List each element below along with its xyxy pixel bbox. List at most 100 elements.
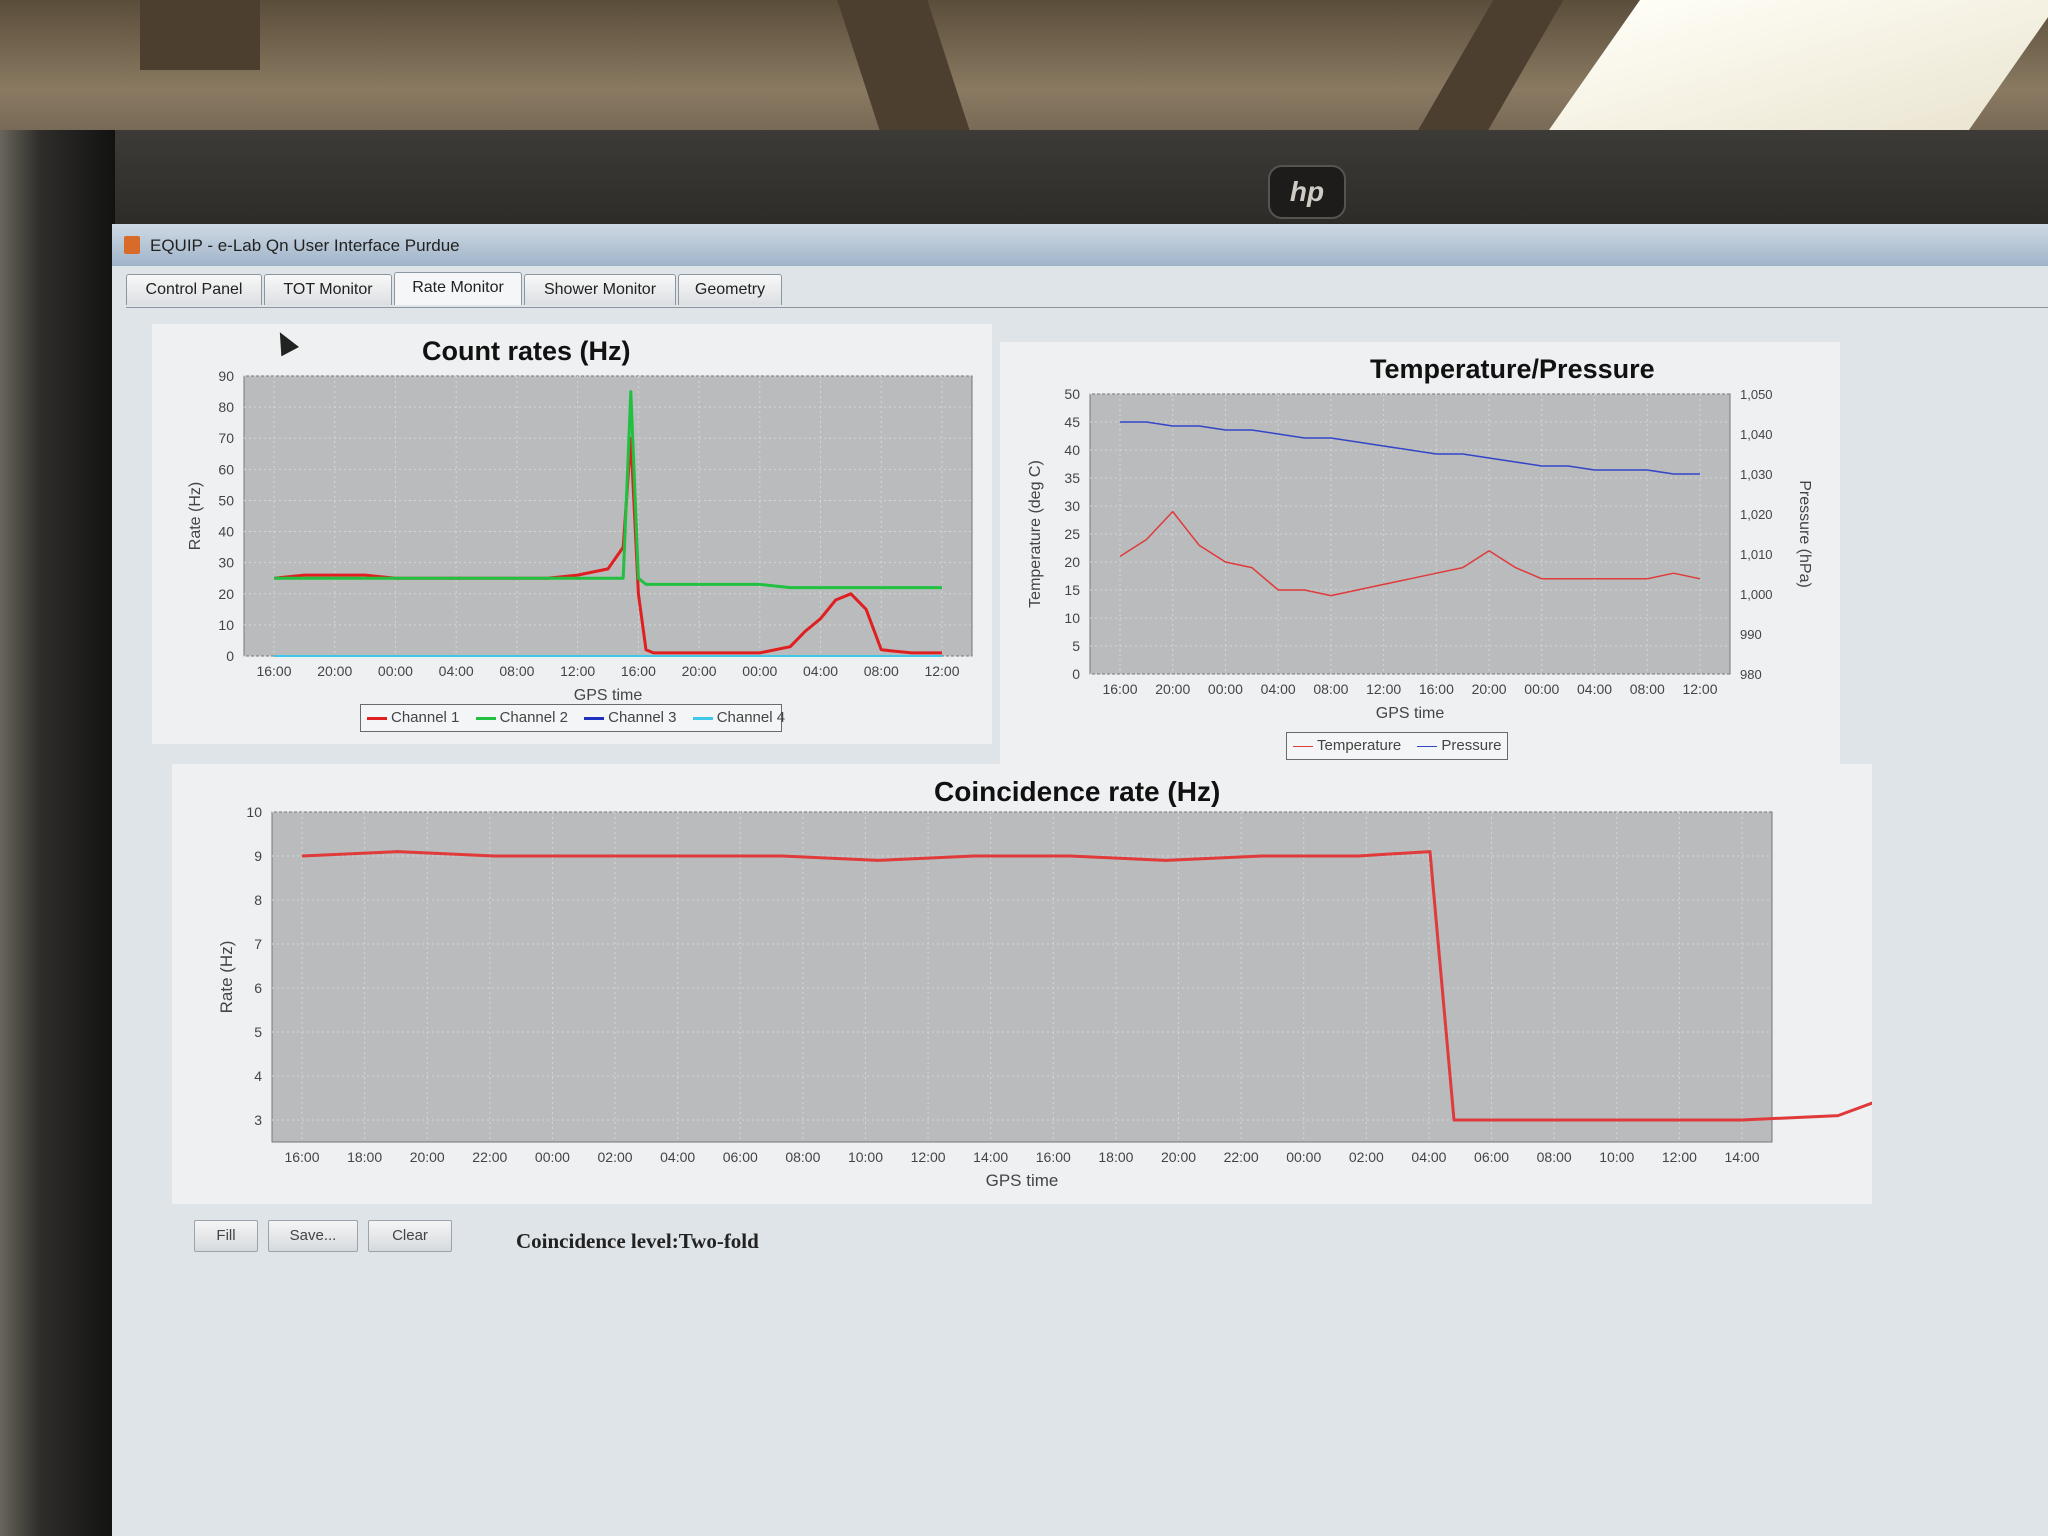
y-tick-label: 6 <box>254 980 262 996</box>
x-tick-label: 20:00 <box>1155 681 1190 697</box>
x-tick-label: 10:00 <box>848 1149 883 1165</box>
tab-rate-monitor[interactable]: Rate Monitor <box>394 272 522 305</box>
x-tick-label: 06:00 <box>1474 1149 1509 1165</box>
hp-logo: hp <box>1268 165 1346 219</box>
temp-pressure-panel: Temperature/Pressure 0 5 10 15 20 25 30 35 40 45 5… <box>1000 342 1840 772</box>
x-tick-label: 16:00 <box>1102 681 1137 697</box>
y-tick-label: 50 <box>218 492 234 508</box>
x-tick-label: 04:00 <box>1577 681 1612 697</box>
y2-tick-label: 1,050 <box>1740 387 1773 402</box>
x-tick-label: 18:00 <box>1098 1149 1133 1165</box>
x-tick-label: 08:00 <box>1313 681 1348 697</box>
y-tick-label: 40 <box>218 524 234 540</box>
legend-swatch <box>1293 745 1313 747</box>
title-bar[interactable]: EQUIP - e-Lab Qn User Interface Purdue <box>112 224 2048 266</box>
x-axis-label: GPS time <box>1376 705 1445 722</box>
y-tick-label: 50 <box>1064 386 1080 402</box>
y-axis-label: Rate (Hz) <box>217 941 236 1014</box>
x-tick-label: 22:00 <box>1224 1149 1259 1165</box>
y-tick-label: 90 <box>218 368 234 384</box>
y2-tick-label: 1,030 <box>1740 467 1773 482</box>
x-tick-label: 20:00 <box>1161 1149 1196 1165</box>
fill-button[interactable]: Fill <box>194 1220 258 1252</box>
legend-label: Channel 2 <box>499 709 568 726</box>
y-tick-label: 60 <box>218 461 234 477</box>
y-tick-label: 0 <box>1072 666 1080 682</box>
monitor-bezel-left <box>0 130 115 1536</box>
count-rates-legend: Channel 1 Channel 2 Channel 3 Channel 4 <box>360 704 786 732</box>
coincidence-level-label: Coincidence level:Two-fold <box>516 1229 759 1253</box>
tab-geometry[interactable]: Geometry <box>678 274 782 305</box>
y2-tick-label: 1,010 <box>1740 547 1773 562</box>
y-tick-label: 30 <box>218 555 234 571</box>
x-tick-label: 16:00 <box>621 663 656 679</box>
y-tick-label: 0 <box>226 648 234 664</box>
legend-label: Channel 4 <box>716 709 786 726</box>
x-tick-label: 04:00 <box>803 663 838 679</box>
y-axis-label: Rate (Hz) <box>187 482 204 550</box>
tab-divider <box>126 307 2048 308</box>
y-tick-label: 8 <box>254 892 262 908</box>
x-tick-label: 16:00 <box>1419 681 1454 697</box>
y-tick-label: 70 <box>218 430 234 446</box>
x-tick-label: 08:00 <box>1537 1149 1572 1165</box>
y-tick-label: 4 <box>254 1068 262 1084</box>
y-tick-label: 20 <box>1064 554 1080 570</box>
clear-button[interactable]: Clear <box>368 1220 452 1252</box>
legend-temperature: Temperature <box>1293 737 1401 754</box>
x-tick-label: 20:00 <box>682 663 717 679</box>
x-tick-label: 04:00 <box>1261 681 1296 697</box>
temp-pressure-legend: Temperature Pressure <box>1286 732 1508 760</box>
y-tick-label: 10 <box>246 804 262 820</box>
y-tick-label: 10 <box>1064 610 1080 626</box>
x-tick-label: 00:00 <box>742 663 777 679</box>
y-tick-label: 10 <box>218 617 234 633</box>
x-tick-label: 12:00 <box>924 663 959 679</box>
legend-swatch <box>475 716 496 720</box>
y-tick-label: 20 <box>218 586 234 602</box>
x-tick-label: 10:00 <box>1599 1149 1634 1165</box>
legend-channel-3: Channel 3 <box>584 709 677 726</box>
x-tick-label: 00:00 <box>1286 1149 1321 1165</box>
x-tick-label: 00:00 <box>1208 681 1243 697</box>
y2-axis-label: Pressure (hPa) <box>1796 480 1813 588</box>
x-tick-label: 08:00 <box>1630 681 1665 697</box>
window-title: EQUIP - e-Lab Qn User Interface Purdue <box>150 236 460 255</box>
tab-tot-monitor[interactable]: TOT Monitor <box>264 274 392 305</box>
legend-swatch <box>367 716 387 720</box>
temp-pressure-chart: 0 5 10 15 20 25 30 35 40 45 50 16:00 20:00 00:00 04:00… <box>1027 386 1813 722</box>
y-tick-label: 45 <box>1064 414 1080 430</box>
x-tick-label: 20:00 <box>1472 681 1507 697</box>
x-tick-label: 12:00 <box>560 663 595 679</box>
count-rates-panel: Count rates (Hz) 0 10 20 30 40 50 60 70 80 90 16:0… <box>152 324 992 744</box>
x-tick-label: 16:00 <box>284 1149 319 1165</box>
count-rates-chart: 0 10 20 30 40 50 60 70 80 90 16:00 20:00 00:00 04:00 0… <box>187 368 973 704</box>
legend-swatch <box>692 716 713 720</box>
y-tick-label: 30 <box>1064 498 1080 514</box>
y2-tick-label: 980 <box>1740 667 1762 682</box>
x-tick-label: 08:00 <box>785 1149 820 1165</box>
x-axis-label: GPS time <box>986 1171 1059 1190</box>
x-tick-label: 02:00 <box>598 1149 633 1165</box>
y2-tick-label: 990 <box>1740 627 1762 642</box>
legend-label: Channel 3 <box>608 709 677 726</box>
coincidence-panel: Coincidence rate (Hz) 3 4 5 6 7 8 9 10 16:00 18:0… <box>172 764 1872 1204</box>
legend-label: Channel 1 <box>391 709 460 726</box>
app-window: EQUIP - e-Lab Qn User Interface Purdue C… <box>112 224 2048 1536</box>
x-tick-label: 02:00 <box>1349 1149 1384 1165</box>
x-tick-label: 00:00 <box>535 1149 570 1165</box>
java-app-icon <box>124 236 140 254</box>
plot-area <box>271 811 1773 1143</box>
y-tick-label: 5 <box>254 1024 262 1040</box>
x-tick-label: 00:00 <box>378 663 413 679</box>
x-tick-label: 14:00 <box>1724 1149 1759 1165</box>
save-button[interactable]: Save... <box>268 1220 358 1252</box>
x-tick-label: 22:00 <box>472 1149 507 1165</box>
x-tick-label: 04:00 <box>660 1149 695 1165</box>
coincidence-chart: 3 4 5 6 7 8 9 10 16:00 18:00 20:00 22:00 00:00 02:00 0… <box>217 804 1872 1190</box>
legend-pressure: Pressure <box>1417 737 1501 754</box>
tab-control-panel[interactable]: Control Panel <box>126 274 262 305</box>
legend-channel-4: Channel 4 <box>692 709 786 726</box>
tab-shower-monitor[interactable]: Shower Monitor <box>524 274 676 305</box>
plot-area <box>243 375 973 657</box>
